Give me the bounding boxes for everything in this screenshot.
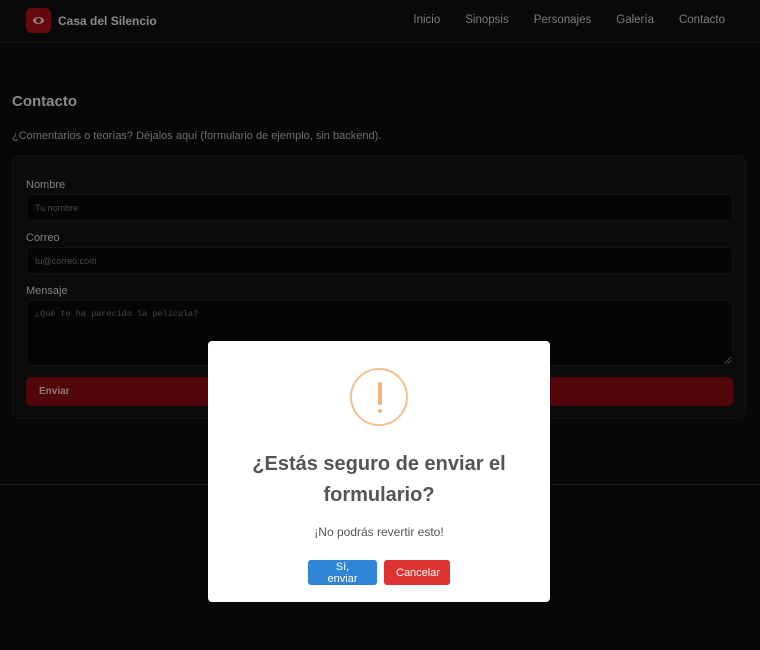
warning-icon (350, 368, 408, 426)
dialog-text: ¡No podrás revertir esto! (314, 525, 444, 539)
dialog-title: ¿Estás seguro de enviar el formulario? (252, 453, 506, 506)
confirm-button[interactable]: Sí, enviar (308, 560, 377, 585)
confirm-dialog: ¿Estás seguro de enviar el formulario? ¡… (208, 341, 550, 602)
dialog-actions: Sí, enviar Cancelar (208, 560, 550, 585)
cancel-button[interactable]: Cancelar (384, 560, 450, 585)
